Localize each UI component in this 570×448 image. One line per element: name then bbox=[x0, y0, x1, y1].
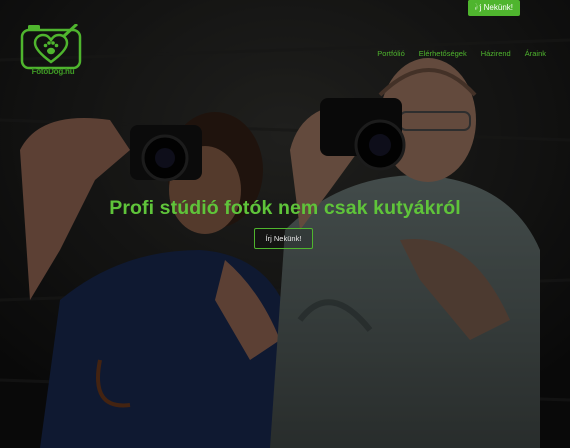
nav-item-prices[interactable]: Áraink bbox=[525, 49, 546, 58]
hero-background-image bbox=[0, 0, 570, 448]
nav-item-contact[interactable]: Elérhetőségek bbox=[419, 49, 467, 58]
camera-heart-paw-icon bbox=[20, 24, 82, 70]
instagram-icon[interactable] bbox=[467, 0, 560, 14]
facebook-icon[interactable] bbox=[467, 0, 540, 14]
logo-text: FotoDog.hu bbox=[31, 67, 75, 76]
nav-item-house-rules[interactable]: Házirend bbox=[481, 49, 511, 58]
site-logo[interactable]: FotoDog.hu bbox=[20, 24, 84, 82]
contact-us-hero-button[interactable]: Írj Nekünk! bbox=[254, 228, 313, 249]
hero-section: Írj Nekünk! FotoDog.hu Portfólió Elérhet… bbox=[0, 0, 570, 448]
nav-item-portfolio[interactable]: Portfólió bbox=[377, 49, 405, 58]
hero-headline: Profi stúdió fotók nem csak kutyákról bbox=[109, 197, 461, 219]
top-bar: Írj Nekünk! bbox=[467, 0, 560, 16]
main-navigation: Portfólió Elérhetőségek Házirend Áraink bbox=[377, 49, 546, 58]
